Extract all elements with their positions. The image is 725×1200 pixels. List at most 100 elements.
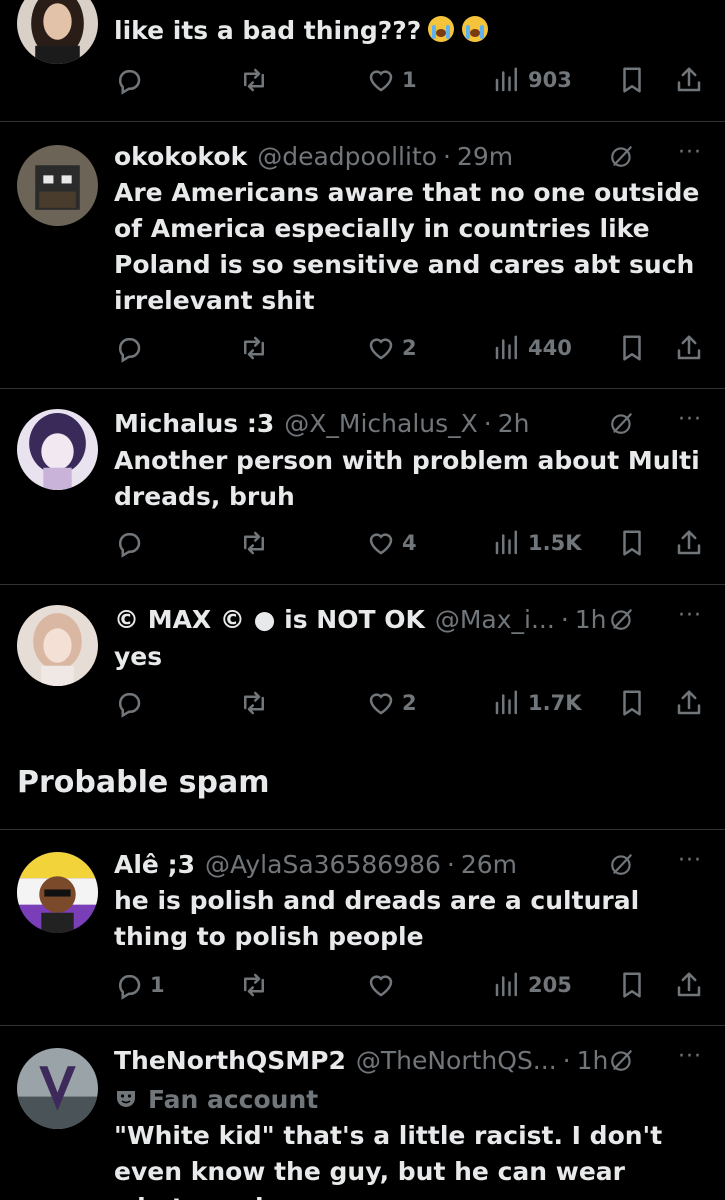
views-icon [495,690,517,715]
separator-dot: · [483,408,492,438]
display-name[interactable]: Alê ;3 [114,850,195,879]
user-handle[interactable]: @AylaSa36586986 [205,850,441,879]
repost-button[interactable] [239,525,269,561]
avatar[interactable] [17,409,98,490]
grok-icon[interactable] [609,606,635,632]
post-time[interactable]: 1h [577,1046,609,1075]
view-count: 1.7K [528,691,582,715]
view-count: 205 [528,973,572,997]
user-handle[interactable]: @deadpoollito [257,142,437,171]
heart-icon [369,975,393,997]
views-button[interactable]: 205 [492,967,572,1003]
more-options-icon[interactable]: ··· [675,847,705,881]
post-text: yes [114,642,163,671]
views-button[interactable]: 903 [492,62,572,98]
view-count: 440 [528,336,572,360]
share-icon [677,972,701,997]
repost-button[interactable] [239,685,269,721]
post[interactable]: Alê ;3 @AylaSa36586986 · 26m ··· he is p… [0,830,725,1026]
grok-icon[interactable] [609,1047,635,1073]
post-time[interactable]: 2h [498,409,530,438]
display-name[interactable]: TheNorthQSMP2 [114,1046,346,1075]
views-button[interactable]: 1.7K [492,685,581,721]
display-name[interactable]: Michalus :3 [114,409,274,438]
heart-icon [369,338,393,360]
like-button[interactable]: 4 [366,525,417,561]
post-text: he is polish and dreads are a cultural t… [114,886,640,951]
separator-dot: · [560,604,569,634]
user-handle[interactable]: @Max_i... [435,605,555,634]
avatar-image [17,409,98,490]
bookmark-button[interactable] [617,62,647,98]
avatar[interactable] [17,1048,98,1129]
share-button[interactable] [674,685,704,721]
repost-button[interactable] [239,967,269,1003]
bookmark-button[interactable] [617,330,647,366]
bookmark-icon [623,530,641,556]
post[interactable]: okokokok @deadpoollito · 29m ··· Are Ame… [0,122,725,389]
reply-button[interactable] [114,525,144,561]
like-button[interactable]: 2 [366,330,417,366]
views-icon [495,972,517,997]
loudly-crying-face-icon [428,16,455,42]
post[interactable]: Michalus :3 @X_Michalus_X · 2h ··· Anoth… [0,389,725,585]
post-actions: 1 205 [114,967,705,1003]
post[interactable]: like its a bad thing??? 1 903 [0,0,725,122]
post[interactable]: © MAX © ● is NOT OK @Max_i... · 1h ··· y… [0,585,725,745]
reply-button[interactable]: 1 [114,967,165,1003]
bookmark-button[interactable] [617,967,647,1003]
share-button[interactable] [674,967,704,1003]
avatar-image [17,145,98,226]
separator-dot: · [443,141,451,171]
avatar[interactable] [17,145,98,226]
avatar[interactable] [17,852,98,933]
reply-icon [118,975,141,1000]
more-options-icon[interactable]: ··· [675,406,705,440]
reply-icon [118,338,141,363]
user-handle[interactable]: @X_Michalus_X [284,409,478,438]
theater-mask-icon [117,1091,135,1107]
reply-button[interactable] [114,62,144,98]
bookmark-button[interactable] [617,685,647,721]
display-name[interactable]: © MAX © ● is NOT OK [114,605,425,634]
fan-account-badge: Fan account [114,1082,318,1116]
reply-icon [118,693,141,718]
like-button[interactable]: 1 [366,62,417,98]
reply-button[interactable] [114,330,144,366]
display-name[interactable]: okokokok [114,142,247,171]
share-icon [677,335,701,360]
repost-icon [244,691,264,715]
like-count: 1 [402,68,417,92]
post[interactable]: TheNorthQSMP2 @TheNorthQS... · 1h ··· Fa… [0,1026,725,1200]
share-button[interactable] [674,62,704,98]
repost-button[interactable] [239,62,269,98]
more-options-icon[interactable]: ··· [675,1043,705,1077]
grok-icon[interactable] [609,851,635,877]
views-icon [495,335,517,360]
bookmark-icon [623,335,641,361]
separator-dot: · [446,849,455,879]
post-time[interactable]: 1h [575,605,607,634]
grok-icon[interactable] [609,143,635,169]
like-button[interactable]: 2 [366,685,417,721]
avatar[interactable] [17,605,98,686]
post-time[interactable]: 29m [457,142,513,171]
views-button[interactable]: 440 [492,330,572,366]
more-options-icon[interactable]: ··· [675,602,705,636]
more-options-icon[interactable]: ··· [675,139,705,173]
share-button[interactable] [674,525,704,561]
share-button[interactable] [674,330,704,366]
user-handle[interactable]: @TheNorthQS... [356,1046,557,1075]
reply-button[interactable] [114,685,144,721]
bookmark-button[interactable] [617,525,647,561]
avatar[interactable] [17,0,98,64]
post-text: Are Americans aware that no one outside … [114,178,700,315]
like-button[interactable] [366,967,396,1003]
bookmark-icon [623,972,641,998]
post-header: Michalus :3 @X_Michalus_X · 2h ··· [114,406,705,440]
post-time[interactable]: 26m [461,850,517,879]
grok-icon[interactable] [609,410,635,436]
reply-icon [118,70,141,95]
repost-button[interactable] [239,330,269,366]
views-button[interactable]: 1.5K [492,525,581,561]
